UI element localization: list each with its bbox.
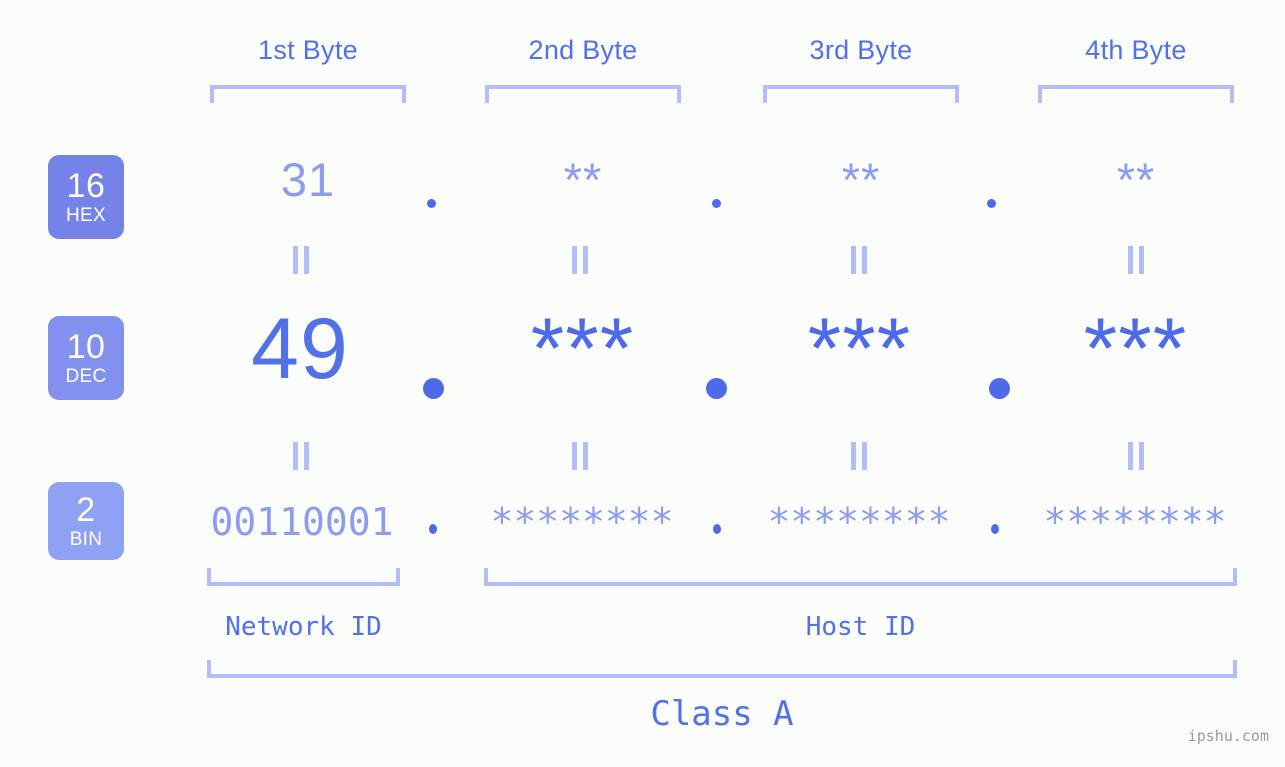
host-id-bracket xyxy=(484,568,1237,586)
ip-address-byte-diagram: 1st Byte 2nd Byte 3rd Byte 4th Byte 16 H… xyxy=(0,0,1285,767)
byte-bracket-1 xyxy=(210,85,406,103)
dec-byte-3-value: *** xyxy=(807,301,912,397)
byte-bracket-4 xyxy=(1038,85,1234,103)
dec-dot-separator-2 xyxy=(706,378,727,399)
base-badge-bin-label: BIN xyxy=(69,529,103,550)
base-badge-bin: 2 BIN xyxy=(48,482,124,560)
byte-bracket-3 xyxy=(763,85,959,103)
equals-separator-hex-dec-2 xyxy=(572,246,588,274)
hex-dot-separator-2 xyxy=(712,199,721,208)
byte-header-4: 4th Byte xyxy=(1085,35,1187,65)
bin-dot-separator-2 xyxy=(713,524,721,534)
base-badge-hex-number: 16 xyxy=(66,167,106,205)
host-id-label: Host ID xyxy=(805,612,916,642)
equals-separator-dec-bin-4 xyxy=(1128,442,1144,470)
network-id-label: Network ID xyxy=(225,612,382,642)
hex-byte-3-value: ** xyxy=(841,153,881,206)
equals-separator-hex-dec-1 xyxy=(293,246,309,274)
network-id-bracket xyxy=(207,568,400,586)
hex-dot-separator-3 xyxy=(987,199,996,208)
base-badge-dec-number: 10 xyxy=(66,328,106,366)
bin-byte-1-value: 00110001 xyxy=(210,500,394,544)
dec-byte-4-value: *** xyxy=(1083,301,1188,397)
hex-byte-1-value: 31 xyxy=(280,153,336,206)
byte-header-2: 2nd Byte xyxy=(528,35,638,65)
dec-byte-1-value: 49 xyxy=(251,301,349,397)
base-badge-dec-label: DEC xyxy=(65,366,107,387)
hex-byte-2-value: ** xyxy=(563,153,603,206)
dec-dot-separator-3 xyxy=(989,378,1010,399)
hex-byte-4-value: ** xyxy=(1116,153,1156,206)
bin-byte-2-value: ******** xyxy=(490,500,674,544)
byte-header-3: 3rd Byte xyxy=(809,35,913,65)
base-badge-dec: 10 DEC xyxy=(48,316,124,400)
bin-dot-separator-1 xyxy=(429,524,437,534)
equals-separator-dec-bin-3 xyxy=(851,442,867,470)
bin-byte-3-value: ******** xyxy=(767,500,951,544)
byte-bracket-2 xyxy=(485,85,681,103)
base-badge-hex: 16 HEX xyxy=(48,155,124,239)
byte-header-1: 1st Byte xyxy=(258,35,358,65)
base-badge-hex-label: HEX xyxy=(66,205,106,226)
bin-dot-separator-3 xyxy=(991,524,999,534)
dec-dot-separator-1 xyxy=(423,378,444,399)
class-bracket xyxy=(207,660,1237,678)
site-watermark: ipshu.com xyxy=(1187,727,1269,745)
hex-dot-separator-1 xyxy=(427,199,436,208)
bin-byte-4-value: ******** xyxy=(1043,500,1227,544)
class-label: Class A xyxy=(650,694,794,734)
base-badge-bin-number: 2 xyxy=(76,491,96,529)
equals-separator-hex-dec-4 xyxy=(1128,246,1144,274)
equals-separator-hex-dec-3 xyxy=(851,246,867,274)
dec-byte-2-value: *** xyxy=(530,301,635,397)
equals-separator-dec-bin-2 xyxy=(572,442,588,470)
equals-separator-dec-bin-1 xyxy=(293,442,309,470)
